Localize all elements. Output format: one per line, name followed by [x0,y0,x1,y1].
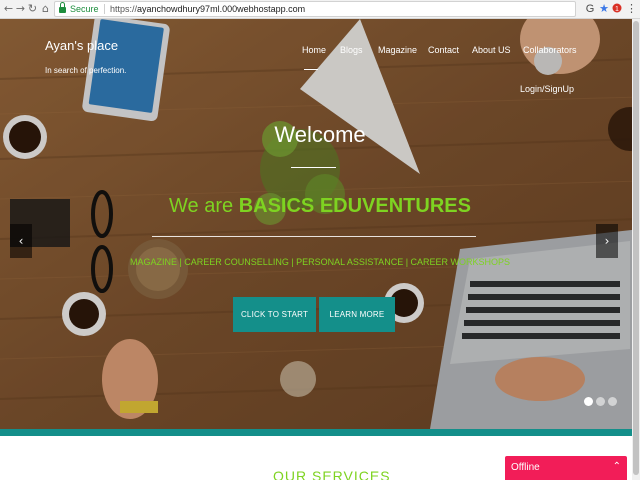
headline-prefix: We are [169,195,239,217]
slider-prev-arrow-icon[interactable]: ‹ [10,224,32,258]
address-bar[interactable]: Secure https://ayanchowdhury97ml.000webh… [54,1,576,17]
browser-toolbar: ← → ↻ ⌂ Secure https://ayanchowdhury97ml… [0,0,640,19]
hero-welcome-heading: Welcome [274,122,366,147]
home-icon[interactable]: ⌂ [39,2,52,16]
page-scrollbar-thumb[interactable] [633,21,639,475]
headline-divider [152,236,476,237]
slider-dot-2[interactable] [596,397,605,406]
nav-home[interactable]: Home [302,45,326,55]
lock-icon [59,2,66,13]
site-tagline: In search of perfection. [45,66,127,75]
secure-label: Secure [70,4,99,14]
extension-icon[interactable]: 1 [611,2,623,18]
hero-bottom-band [0,429,640,436]
nav-blogs[interactable]: Blogs [340,45,363,55]
services-heading: OUR SERVICES [273,468,391,480]
hero-overlay [0,19,640,429]
chat-status-label: Offline [511,462,540,473]
headline-brand: BASICS EDUVENTURES [238,195,471,217]
url-divider [104,4,105,14]
learn-more-button[interactable]: LEARN MORE [319,297,395,332]
nav-collaborators[interactable]: Collaborators [523,45,577,55]
hero-slider: Ayan's place In search of perfection. Ho… [0,19,640,429]
svg-text:1: 1 [615,6,619,13]
slider-next-arrow-icon[interactable]: › [596,224,618,258]
chat-widget[interactable]: Offline ⌃ [505,456,627,480]
slider-dot-3[interactable] [608,397,617,406]
url-scheme: https:// [110,4,138,14]
click-to-start-button[interactable]: CLICK TO START [233,297,316,332]
hero-services-line: MAGAZINE | CAREER COUNSELLING | PERSONAL… [129,257,511,267]
nav-contact[interactable]: Contact [428,45,459,55]
star-icon[interactable]: ★ [598,2,610,16]
translate-icon[interactable]: G [584,2,596,16]
reload-icon[interactable]: ↻ [26,2,39,16]
chevron-up-icon[interactable]: ⌃ [613,461,621,472]
nav-magazine[interactable]: Magazine [378,45,417,55]
menu-icon[interactable]: ⋮ [626,2,637,16]
url-host: ayanchowdhury97ml.000webhostapp.com [137,4,306,14]
hero-headline: We are BASICS EDUVENTURES [0,195,640,218]
site-brand[interactable]: Ayan's place [45,38,118,53]
welcome-divider [291,167,336,168]
url-text[interactable]: https://ayanchowdhury97ml.000webhostapp.… [110,4,305,14]
nav-active-indicator [304,69,318,70]
login-signup-link[interactable]: Login/SignUp [520,84,574,94]
slider-dot-1[interactable] [584,397,593,406]
nav-about-us[interactable]: About US [472,45,511,55]
